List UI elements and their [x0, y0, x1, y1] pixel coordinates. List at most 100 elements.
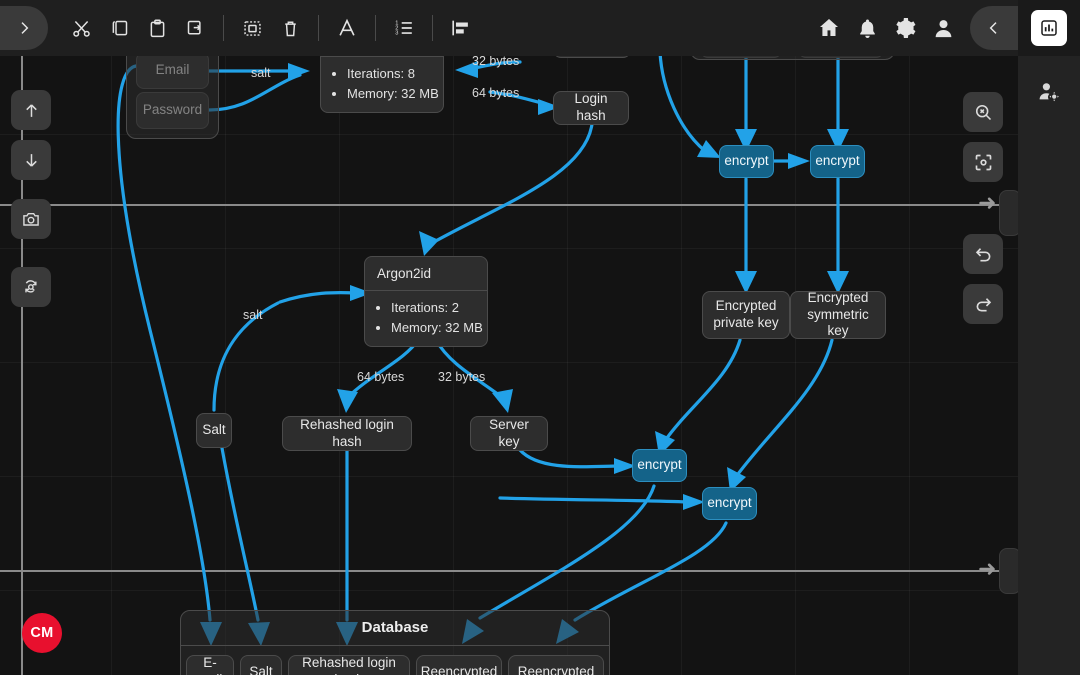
node-rehashed-login-hash[interactable]: Rehashed login hash [282, 416, 412, 451]
account-button[interactable] [924, 9, 962, 47]
right-side-panel [1018, 0, 1080, 675]
undo-button[interactable] [963, 234, 1003, 274]
db-column-reencrypted-2[interactable]: Reencrypted [508, 655, 604, 675]
clipboard-icon [147, 18, 168, 39]
move-down-button[interactable] [11, 140, 51, 180]
bar-chart-icon [1039, 18, 1059, 38]
guide-handle-top[interactable] [999, 190, 1018, 236]
right-tool-rail [963, 92, 1003, 182]
copy-icon [109, 18, 130, 39]
db-column-reencrypted-2-label: Reencrypted [518, 664, 595, 675]
arrow-down-icon [22, 151, 41, 170]
arrow-up-icon [22, 101, 41, 120]
home-icon [817, 16, 841, 40]
svg-text:3: 3 [395, 31, 398, 37]
node-server-key-label: Server key [481, 417, 537, 451]
refresh-zoom-button[interactable] [11, 267, 51, 307]
diagram-canvas[interactable]: ➜ ➜ [0, 0, 1018, 675]
card-argon2id-top-items: Iterations: 8 Memory: 32 MB [347, 64, 443, 104]
user-settings-button[interactable] [1031, 74, 1067, 110]
db-column-salt[interactable]: Salt [240, 655, 282, 675]
redo-icon [973, 294, 994, 315]
node-encrypt-4-label: encrypt [707, 495, 751, 512]
collapse-toolbar-button[interactable] [970, 6, 1018, 50]
home-button[interactable] [810, 9, 848, 47]
db-column-rehashed-login-hash[interactable]: Rehashed login hash [288, 655, 410, 675]
text-a-icon [336, 17, 358, 39]
undo-icon [973, 244, 994, 265]
cut-button[interactable] [62, 9, 100, 47]
toolbar-divider-1 [223, 15, 224, 41]
node-login-hash-label: Login hash [564, 91, 618, 125]
node-encrypt-4[interactable]: encrypt [702, 487, 757, 520]
card-argon2id-mid-item-0: Iterations: 2 [391, 298, 487, 318]
right-tool-rail-2 [963, 234, 1003, 324]
zoom-out-icon [973, 102, 994, 123]
redo-button[interactable] [963, 284, 1003, 324]
avatar[interactable]: CM [22, 613, 62, 653]
node-salt[interactable]: Salt [196, 413, 232, 448]
screenshot-button[interactable] [11, 199, 51, 239]
node-encrypted-private-key[interactable]: Encrypted private key [702, 291, 790, 339]
card-argon2id-mid[interactable]: Argon2id Iterations: 2 Memory: 32 MB [364, 256, 488, 347]
app-root: ➜ ➜ [0, 0, 1080, 675]
move-up-button[interactable] [11, 90, 51, 130]
chevron-right-icon [16, 20, 32, 36]
user-icon [932, 17, 955, 40]
refresh-search-icon [21, 277, 41, 297]
db-column-reencrypted-1-label: Reencrypted [421, 664, 498, 675]
db-column-salt-label: Salt [249, 664, 272, 675]
node-salt-label: Salt [202, 422, 225, 439]
edge-label-64-bytes-top: 64 bytes [472, 86, 519, 100]
delete-button[interactable] [271, 9, 309, 47]
db-column-email-label: E-mail [197, 655, 223, 675]
card-argon2id-mid-item-1: Memory: 32 MB [391, 318, 487, 338]
select-all-button[interactable] [233, 9, 271, 47]
node-encrypt-1-label: encrypt [724, 153, 768, 170]
guide-arrow-right-icon-2: ➜ [978, 192, 996, 214]
statistics-button[interactable] [1031, 10, 1067, 46]
edge-label-32-bytes-mid: 32 bytes [438, 370, 485, 384]
duplicate-button[interactable] [176, 9, 214, 47]
db-column-email[interactable]: E-mail [186, 655, 234, 675]
toolbar-divider-3 [375, 15, 376, 41]
top-toolbar: 1 2 3 [0, 0, 1018, 56]
scissors-icon [71, 18, 92, 39]
edge-label-salt-top: salt [251, 66, 270, 80]
left-tool-rail-2 [11, 199, 51, 239]
left-tool-rail-3 [11, 267, 51, 307]
ordered-list-button[interactable]: 1 2 3 [385, 9, 423, 47]
horizontal-guide-bottom[interactable] [0, 570, 1018, 572]
trash-icon [280, 18, 301, 39]
node-server-key[interactable]: Server key [470, 416, 548, 451]
settings-button[interactable] [886, 9, 924, 47]
edge-label-salt-mid: salt [243, 308, 262, 322]
paste-button[interactable] [138, 9, 176, 47]
text-button[interactable] [328, 9, 366, 47]
toolbar-divider-4 [432, 15, 433, 41]
zoom-out-button[interactable] [963, 92, 1003, 132]
align-left-button[interactable] [442, 9, 480, 47]
node-encrypted-symmetric-key[interactable]: Encrypted symmetric key [790, 291, 886, 339]
expand-sidebar-button[interactable] [0, 6, 48, 50]
node-encrypt-1[interactable]: encrypt [719, 145, 774, 178]
notifications-button[interactable] [848, 9, 886, 47]
copy-button[interactable] [100, 9, 138, 47]
guide-handle-bottom[interactable] [999, 548, 1018, 594]
right-panel-header [1018, 0, 1080, 56]
node-encrypt-3[interactable]: encrypt [632, 449, 687, 482]
ordered-list-icon: 1 2 3 [393, 17, 415, 39]
db-column-reencrypted-1[interactable]: Reencrypted [416, 655, 502, 675]
node-encrypted-private-key-label: Encrypted private key [713, 298, 779, 332]
node-login-hash[interactable]: Login hash [553, 91, 629, 125]
horizontal-guide-top[interactable] [0, 204, 1018, 206]
group-credentials[interactable] [126, 42, 219, 139]
toolbar-right-group [810, 6, 1018, 50]
node-encrypt-2-label: encrypt [815, 153, 859, 170]
fit-to-screen-button[interactable] [963, 142, 1003, 182]
duplicate-icon [185, 18, 206, 39]
left-tool-rail [11, 90, 51, 180]
node-encrypt-2[interactable]: encrypt [810, 145, 865, 178]
card-argon2id-top-item-1: Memory: 32 MB [347, 84, 443, 104]
gear-icon [893, 16, 917, 40]
